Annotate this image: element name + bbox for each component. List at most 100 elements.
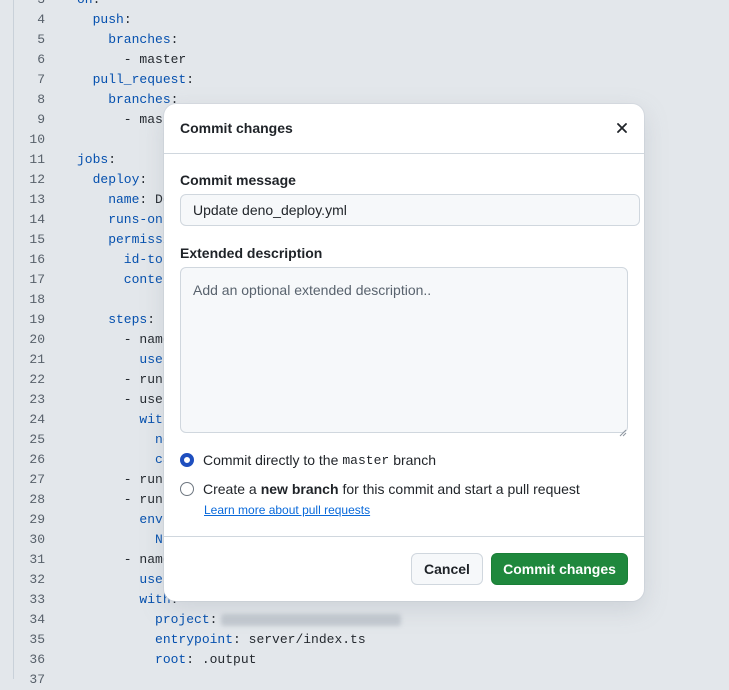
line-number: 24 xyxy=(29,412,45,427)
line-number: 19 xyxy=(29,312,45,327)
line-number: 5 xyxy=(37,32,45,47)
footer-divider xyxy=(164,536,644,537)
code-text: name: De xyxy=(77,190,170,210)
code-text: - run: xyxy=(77,470,171,490)
line-number: 21 xyxy=(29,352,45,367)
code-value: - mast xyxy=(77,112,171,127)
code-line: 34 project: xyxy=(0,610,729,630)
line-number: 36 xyxy=(29,652,45,667)
new-branch-option[interactable]: Create a new branch for this commit and … xyxy=(180,479,580,499)
code-key: NI xyxy=(77,532,171,547)
line-number: 29 xyxy=(29,512,45,527)
line-number: 20 xyxy=(29,332,45,347)
line-number: 7 xyxy=(37,72,45,87)
code-key: on xyxy=(77,0,93,7)
code-key: conter xyxy=(77,272,171,287)
code-key: branches xyxy=(77,92,171,107)
line-number: 35 xyxy=(29,632,45,647)
code-text: - run: xyxy=(77,370,171,390)
commit-changes-button[interactable]: Commit changes xyxy=(491,553,628,585)
line-number: 9 xyxy=(37,112,45,127)
code-text: - uses xyxy=(77,390,171,410)
code-text: id-tok xyxy=(77,250,171,270)
code-text: pull_request: xyxy=(77,70,194,90)
line-number: 31 xyxy=(29,552,45,567)
commit-direct-radio[interactable] xyxy=(180,453,194,467)
code-text: uses xyxy=(77,570,170,590)
code-key: root xyxy=(77,652,187,667)
code-text: push: xyxy=(77,10,132,30)
close-button[interactable] xyxy=(612,118,632,138)
commit-changes-dialog: Commit changes Commit message Extended d… xyxy=(164,104,644,601)
code-key: runs-on xyxy=(77,212,163,227)
code-key: project xyxy=(77,612,210,627)
line-number: 4 xyxy=(37,12,45,27)
code-value: - run: xyxy=(77,492,171,507)
dialog-title: Commit changes xyxy=(180,120,293,136)
line-number: 32 xyxy=(29,572,45,587)
cancel-button[interactable]: Cancel xyxy=(411,553,483,585)
commit-message-label: Commit message xyxy=(180,172,296,188)
code-key: nc xyxy=(77,432,171,447)
line-number: 37 xyxy=(29,672,45,687)
code-key: env xyxy=(77,512,163,527)
line-number: 26 xyxy=(29,452,45,467)
line-number: 27 xyxy=(29,472,45,487)
extended-description-label: Extended description xyxy=(180,245,323,261)
code-text: conter xyxy=(77,270,171,290)
line-number: 16 xyxy=(29,252,45,267)
branch-name: master xyxy=(342,452,390,468)
code-text: ca xyxy=(77,450,171,470)
code-value: - master xyxy=(77,52,187,67)
code-text: branches: xyxy=(77,30,178,50)
code-key: pull_request xyxy=(77,72,187,87)
code-separator: : xyxy=(108,152,117,167)
code-text: - name xyxy=(77,330,171,350)
code-text: - name xyxy=(77,550,171,570)
code-text: root: .output xyxy=(77,650,256,670)
code-separator: : xyxy=(233,632,241,647)
code-value: .output xyxy=(194,652,257,667)
new-branch-prefix: Create a xyxy=(203,481,257,497)
code-line: 35 entrypoint: server/index.ts xyxy=(0,630,729,650)
extended-description-textarea[interactable] xyxy=(180,267,628,433)
line-number: 23 xyxy=(29,392,45,407)
line-number: 25 xyxy=(29,432,45,447)
code-key: push xyxy=(77,12,124,27)
code-text: - run: xyxy=(77,490,171,510)
line-number: 10 xyxy=(29,132,45,147)
code-line: 4 push: xyxy=(0,10,729,30)
code-text: with xyxy=(77,410,170,430)
commit-message-input[interactable] xyxy=(180,194,640,226)
code-separator: : xyxy=(170,32,179,47)
dialog-header: Commit changes xyxy=(164,104,644,154)
line-number: 22 xyxy=(29,372,45,387)
code-key: branches xyxy=(77,32,171,47)
code-text: nc xyxy=(77,430,171,450)
new-branch-suffix: for this commit and start a pull request xyxy=(342,481,580,497)
code-separator: : xyxy=(186,652,195,667)
code-separator: : xyxy=(209,612,218,627)
code-text: entrypoint: server/index.ts xyxy=(77,630,366,650)
code-text: project: xyxy=(77,610,402,630)
line-number: 11 xyxy=(29,152,45,167)
code-text: env: xyxy=(77,510,170,530)
line-number: 28 xyxy=(29,492,45,507)
code-key: with xyxy=(77,592,171,607)
code-separator: : xyxy=(123,12,132,27)
redacted-value xyxy=(221,613,402,626)
code-value: - name xyxy=(77,552,171,567)
commit-direct-option[interactable]: Commit directly to the master branch xyxy=(180,450,436,470)
new-branch-radio[interactable] xyxy=(180,482,194,496)
line-number: 12 xyxy=(29,172,45,187)
code-separator: : xyxy=(186,72,195,87)
code-value: - run: xyxy=(77,472,171,487)
code-key: steps xyxy=(77,312,148,327)
line-number: 14 xyxy=(29,212,45,227)
line-number: 8 xyxy=(37,92,45,107)
line-number: 33 xyxy=(29,592,45,607)
line-number: 6 xyxy=(37,52,45,67)
learn-more-pull-requests-link[interactable]: Learn more about pull requests xyxy=(204,503,370,517)
resize-grip-icon[interactable] xyxy=(619,424,627,437)
line-number: 13 xyxy=(29,192,45,207)
